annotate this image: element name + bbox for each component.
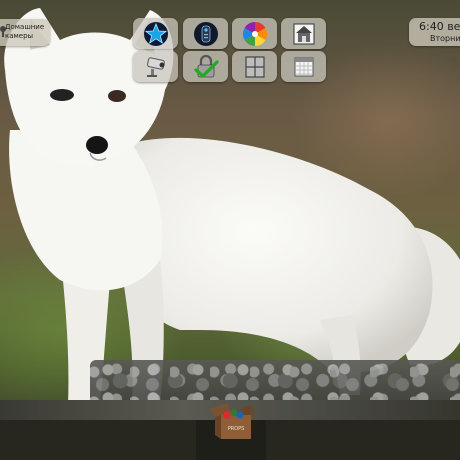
- security-camera-tile[interactable]: [133, 51, 178, 82]
- home-cameras-widget[interactable]: Домашние камеры: [0, 19, 50, 46]
- favorites-tile[interactable]: [133, 18, 178, 49]
- props-box-icon[interactable]: PROPS: [207, 403, 257, 439]
- clock-widget[interactable]: 6:40 веч Вторни: [409, 18, 460, 46]
- clock-time: 6:40 веч: [419, 20, 460, 33]
- remote-control-icon: [193, 21, 218, 46]
- calendar-tile[interactable]: [281, 51, 326, 82]
- home-cameras-line1: Домашние: [5, 23, 45, 31]
- home-settings-tile[interactable]: [281, 18, 326, 49]
- remote-tile[interactable]: [183, 18, 228, 49]
- props-label: PROPS: [228, 426, 245, 432]
- lock-tile[interactable]: [183, 51, 228, 82]
- window-icon: [244, 55, 265, 78]
- calendar-icon: [294, 57, 313, 76]
- star-icon: [143, 21, 168, 46]
- house-icon: [293, 23, 314, 44]
- colors-tile[interactable]: [232, 18, 277, 49]
- wallpaper: [0, 0, 460, 460]
- clock-day: Вторни: [430, 34, 460, 43]
- home-cameras-line2: камеры: [5, 32, 34, 40]
- window-tile[interactable]: [232, 51, 277, 82]
- lock-check-icon: [193, 54, 219, 78]
- home-cameras-label: Домашние камеры: [5, 23, 44, 41]
- color-wheel-icon: [242, 21, 267, 46]
- security-camera-icon: [146, 56, 165, 77]
